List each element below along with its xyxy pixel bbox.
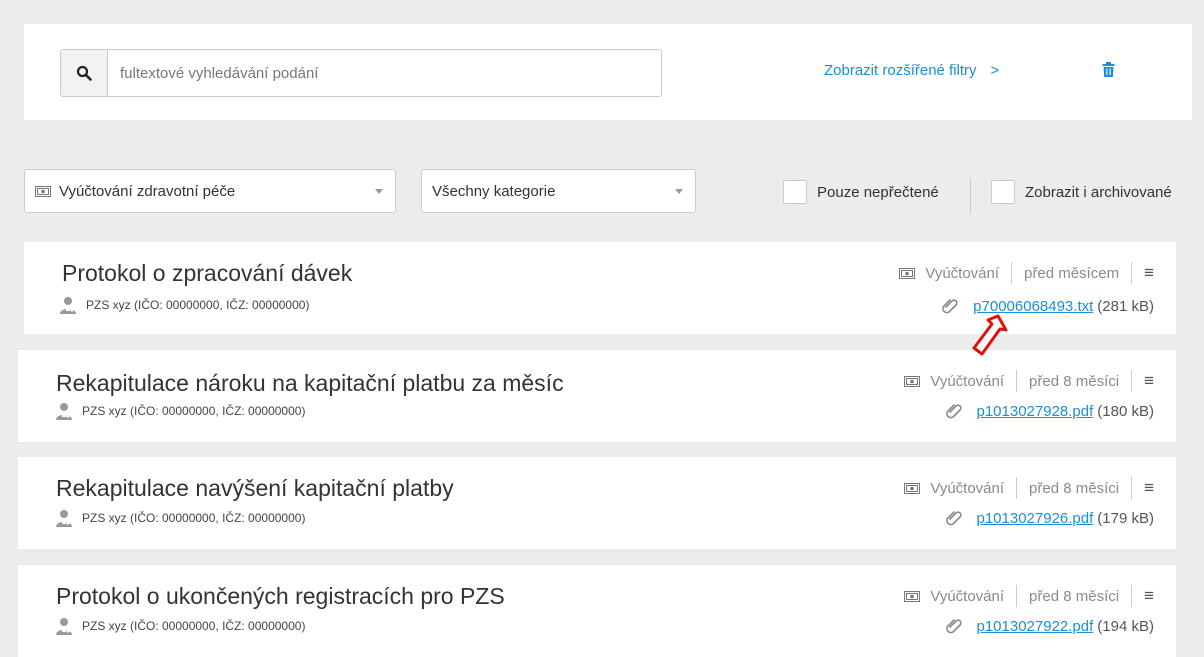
hamburger-icon[interactable]: ≡ [1144, 478, 1154, 498]
show-archived-label: Zobrazit i archivované [1025, 183, 1172, 201]
hamburger-icon[interactable]: ≡ [1144, 263, 1154, 283]
meta-divider [1016, 585, 1018, 607]
message-title: Rekapitulace navýšení kapitační platby [56, 475, 454, 501]
money-icon [35, 185, 51, 197]
money-icon [904, 590, 921, 602]
unread-only-checkbox[interactable] [783, 180, 807, 204]
search-icon [76, 65, 92, 81]
advanced-filters-label: Zobrazit rozšířené filtry [824, 62, 977, 79]
doctor-icon [56, 510, 72, 527]
money-icon [904, 375, 921, 387]
message-sender-text: PZS xyz (IČO: 00000000, IČZ: 00000000) [82, 619, 306, 633]
meta-divider [1011, 262, 1013, 284]
attachment-size: (180 kB) [1097, 402, 1154, 420]
message-title: Protokol o ukončených registracích pro P… [56, 583, 505, 609]
meta-divider [1016, 477, 1018, 499]
message-category: Vyúčtování [930, 479, 1005, 497]
agenda-select-value: Vyúčtování zdravotní péče [59, 182, 236, 200]
category-select[interactable]: Všechny kategorie [421, 169, 696, 213]
attachment: p70006068493.txt (281 kB) [941, 297, 1154, 315]
doctor-icon [56, 403, 72, 420]
caret-down-icon [375, 189, 383, 194]
category-select-value: Všechny kategorie [432, 182, 556, 200]
attachment-link[interactable]: p1013027922.pdf [977, 618, 1094, 635]
attachment: p1013027926.pdf (179 kB) [945, 509, 1154, 527]
hamburger-icon[interactable]: ≡ [1144, 371, 1154, 391]
message-time: před měsícem [1024, 264, 1120, 282]
show-archived-toggle[interactable]: Zobrazit i archivované [991, 180, 1172, 204]
paperclip-icon [945, 404, 962, 419]
message-sender: PZS xyz (IČO: 00000000, IČZ: 00000000) [54, 617, 305, 635]
attachment: p1013027928.pdf (180 kB) [945, 402, 1154, 420]
message-sender: PZS xyz (IČO: 00000000, IČZ: 00000000) [54, 509, 305, 527]
meta-divider [1131, 262, 1133, 284]
doctor-icon [56, 618, 72, 635]
paperclip-icon [945, 619, 962, 634]
money-icon [904, 482, 921, 494]
message-meta: Vyúčtování před měsícem ≡ [899, 262, 1154, 284]
message-time: před 8 měsíci [1029, 479, 1120, 497]
meta-divider [1131, 477, 1133, 499]
message-category: Vyúčtování [930, 587, 1005, 605]
advanced-filters-link[interactable]: Zobrazit rozšířené filtry > [824, 62, 999, 79]
message-sender-text: PZS xyz (IČO: 00000000, IČZ: 00000000) [82, 404, 306, 418]
message-category: Vyúčtování [925, 264, 1000, 282]
message-time: před 8 měsíci [1029, 372, 1120, 390]
message-time: před 8 měsíci [1029, 587, 1120, 605]
attachment-link[interactable]: p70006068493.txt [973, 298, 1093, 315]
search-box [60, 49, 662, 97]
message-card[interactable]: Protokol o ukončených registracích pro P… [18, 565, 1176, 657]
attachment-size: (281 kB) [1097, 297, 1154, 315]
message-title: Rekapitulace nároku na kapitační platbu … [56, 370, 564, 396]
message-title: Protokol o zpracování dávek [62, 260, 353, 286]
message-card[interactable]: Rekapitulace navýšení kapitační platby P… [18, 457, 1176, 549]
message-sender-text: PZS xyz (IČO: 00000000, IČZ: 00000000) [82, 511, 306, 525]
search-input[interactable] [108, 50, 661, 96]
paperclip-icon [942, 299, 958, 314]
unread-only-toggle[interactable]: Pouze nepřečtené [783, 180, 939, 204]
message-meta: Vyúčtování před 8 měsíci ≡ [904, 585, 1154, 607]
trash-icon[interactable] [1102, 62, 1115, 82]
message-card[interactable]: Rekapitulace nároku na kapitační platbu … [18, 350, 1176, 442]
filter-divider [970, 178, 971, 214]
chevron-right-icon: > [990, 62, 1000, 79]
attachment-link[interactable]: p1013027926.pdf [977, 510, 1094, 527]
money-icon [899, 267, 916, 279]
doctor-icon [60, 297, 76, 314]
message-meta: Vyúčtování před 8 měsíci ≡ [904, 477, 1154, 499]
agenda-select[interactable]: Vyúčtování zdravotní péče [24, 169, 396, 213]
meta-divider [1131, 370, 1133, 392]
message-meta: Vyúčtování před 8 měsíci ≡ [904, 370, 1154, 392]
search-button[interactable] [61, 50, 108, 96]
caret-down-icon [675, 189, 683, 194]
unread-only-label: Pouze nepřečtené [817, 183, 939, 201]
attachment-size: (194 kB) [1097, 617, 1154, 635]
message-sender-text: PZS xyz (IČO: 00000000, IČZ: 00000000) [86, 298, 310, 312]
show-archived-checkbox[interactable] [991, 180, 1015, 204]
meta-divider [1131, 585, 1133, 607]
red-arrow-icon [972, 314, 1008, 356]
message-sender: PZS xyz (IČO: 00000000, IČZ: 00000000) [58, 296, 309, 314]
hamburger-icon[interactable]: ≡ [1144, 586, 1154, 606]
search-panel: Zobrazit rozšířené filtry > [24, 24, 1192, 120]
attachment-link[interactable]: p1013027928.pdf [977, 403, 1094, 420]
message-category: Vyúčtování [930, 372, 1005, 390]
attachment: p1013027922.pdf (194 kB) [945, 617, 1154, 635]
meta-divider [1016, 370, 1018, 392]
message-sender: PZS xyz (IČO: 00000000, IČZ: 00000000) [54, 402, 305, 420]
paperclip-icon [945, 511, 962, 526]
attachment-size: (179 kB) [1097, 509, 1154, 527]
